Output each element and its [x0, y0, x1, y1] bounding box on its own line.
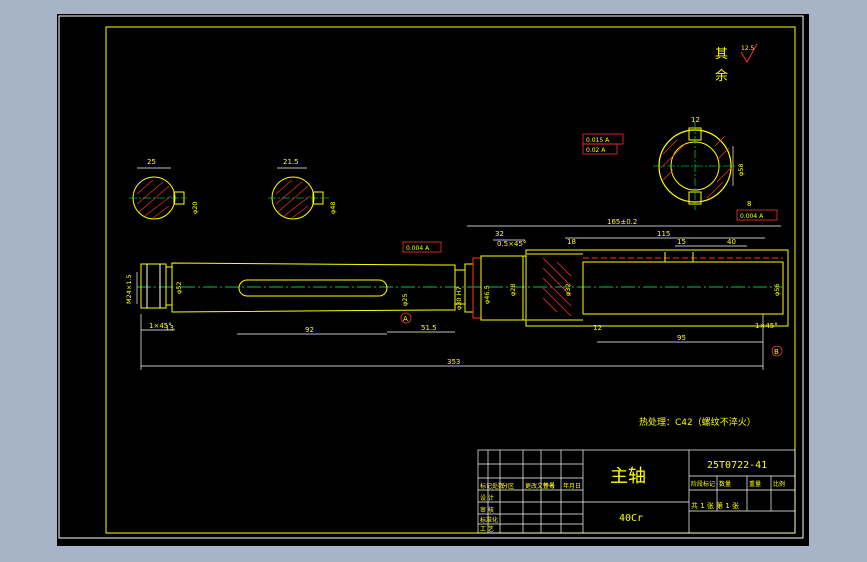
diameter-labels: M24×1.5 φ52 φ25 φ30 H7 φ28 φ32 φ56 φ58 φ… [125, 163, 781, 310]
dim-chamfer-3: 1×45° [755, 322, 778, 330]
tolerance-frame-3: 0.02 A [582, 143, 618, 155]
dim-end-thread: M24×1.5 [125, 274, 133, 304]
dim-main-dia: φ52 [175, 281, 183, 294]
heat-treatment-note: 热处理：C42（螺纹不淬火） [639, 416, 756, 428]
dim-sec-b: φ58 [737, 163, 745, 176]
inner-frame [105, 26, 796, 534]
dim-section-width-2: 21.5 [283, 158, 299, 166]
tb-row-1: 设 计 [480, 494, 494, 502]
dim-len-13: 13 [165, 324, 174, 332]
tolerance-frame-2: 0.015 A [582, 133, 624, 145]
dim-groove: φ46.5 [483, 285, 491, 304]
dim-key-b: φ48 [329, 201, 337, 214]
dim-mid-dia: φ25 [401, 293, 409, 306]
part-name: 主轴 [610, 466, 646, 487]
shaft-outline [140, 249, 789, 327]
dim-chamfer-2: 0.5×45° [497, 240, 526, 248]
dim-18: 18 [567, 238, 576, 246]
datum-b-label: B [774, 348, 779, 356]
tb-right-0: 阶段标记 [691, 480, 715, 488]
title-block-left-labels: 标记处数 设 计 审 核 标准化 工 艺 分区 更改文件号 签名 年月日 [480, 482, 581, 533]
dim-115: 115 [657, 230, 670, 238]
tb-right-2: 重量 [749, 480, 761, 488]
dim-width-8: 8 [747, 200, 751, 208]
roughness-value: 12.5 [741, 45, 755, 52]
dim-40: 40 [727, 238, 736, 246]
dim-51-5: 51.5 [421, 324, 437, 332]
svg-text:0.015 A: 0.015 A [586, 137, 610, 144]
svg-text:0.02 A: 0.02 A [586, 147, 606, 154]
dim-32: 32 [495, 230, 504, 238]
dim-key-a: φ20 [191, 201, 199, 214]
dim-keyway: 12 [691, 116, 700, 124]
corner-note-1: 其 [715, 47, 728, 62]
dim-15: 15 [677, 238, 686, 246]
tb-col-3: 年月日 [563, 482, 581, 490]
keyway-slot [238, 279, 388, 297]
tolerance-frame-1: 0.004 A [402, 241, 442, 253]
datum-a-label: A [403, 315, 408, 323]
section-view-b [268, 176, 329, 220]
tb-right-1: 数量 [719, 480, 731, 488]
tb-col-0: 分区 [502, 482, 514, 490]
material: 40Cr [619, 513, 643, 524]
dim-bore-2: φ32 [564, 283, 572, 296]
corner-note-2: 余 [715, 68, 728, 84]
section-view-c [653, 122, 737, 210]
tb-right-3: 比例 [773, 480, 785, 488]
tb-row-4: 工 艺 [480, 525, 494, 533]
dim-outer: φ56 [773, 283, 781, 296]
dim-bore: φ28 [509, 283, 517, 296]
dim-92: 92 [305, 326, 314, 334]
tb-col-2: 签名 [543, 482, 555, 490]
section-view-a [129, 176, 187, 220]
dimension-labels: 353 165±0.2 115 15 40 18 32 92 51.5 95 1… [147, 116, 778, 366]
svg-text:0.004 A: 0.004 A [740, 213, 764, 220]
dim-section-width-1: 25 [147, 158, 156, 166]
drawing-canvas: 其 余 12.5 353 165±0.2 115 15 40 18 32 92 … [58, 15, 804, 539]
tolerance-frame-4: 0.004 A [736, 209, 778, 221]
drawing-number: 25T0722-41 [707, 460, 767, 471]
dim-12: 12 [593, 324, 602, 332]
sheet-label: 共 1 张 第 1 张 [691, 501, 739, 510]
svg-text:0.004 A: 0.004 A [406, 245, 430, 252]
tb-row-0: 标记处数 [480, 482, 504, 490]
dim-165: 165±0.2 [607, 218, 637, 226]
tb-row-2: 审 核 [480, 506, 494, 514]
outer-frame [58, 15, 804, 539]
cad-viewport[interactable]: 其 余 12.5 353 165±0.2 115 15 40 18 32 92 … [57, 14, 809, 546]
dim-total: 353 [447, 358, 460, 366]
dim-sec-h7: φ30 H7 [455, 286, 463, 310]
tb-row-3: 标准化 [480, 516, 498, 524]
dim-95: 95 [677, 334, 686, 342]
